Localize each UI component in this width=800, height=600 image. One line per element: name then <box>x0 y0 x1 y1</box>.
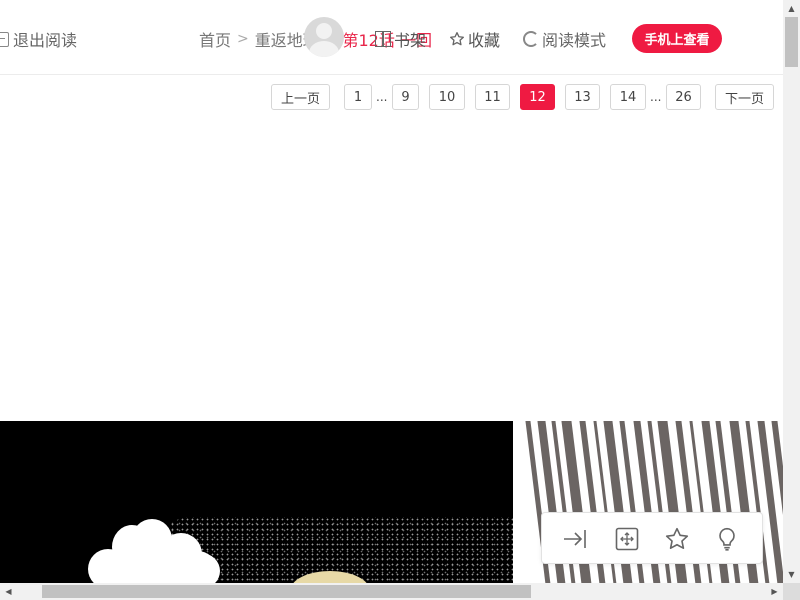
star-icon <box>665 527 689 550</box>
vertical-scroll-thumb[interactable] <box>785 17 798 67</box>
bookshelf-button[interactable]: 书架 <box>375 27 426 51</box>
page-button-1[interactable]: 1 <box>344 84 372 110</box>
page-button-13[interactable]: 13 <box>565 84 600 110</box>
page-button-12-current[interactable]: 12 <box>520 84 555 110</box>
light-toggle-button[interactable] <box>714 526 740 552</box>
collapse-to-end-icon <box>564 530 586 548</box>
scroll-down-arrow-icon[interactable]: ▼ <box>783 566 800 583</box>
scrollbar-corner <box>783 583 800 600</box>
next-page-button[interactable]: 下一页 <box>715 84 774 110</box>
favorite-button[interactable]: 收藏 <box>449 27 500 51</box>
favorite-label: 收藏 <box>468 31 501 50</box>
bookshelf-label: 书架 <box>394 31 427 50</box>
reader-toolbar <box>541 512 763 564</box>
fit-screen-button[interactable] <box>614 526 640 552</box>
pagination: 上一页 1 ... 9 10 11 12 13 14 ... 26 下一页 <box>0 84 783 110</box>
collapse-to-end-button[interactable] <box>562 526 588 552</box>
scroll-right-arrow-icon[interactable]: ▶ <box>766 583 783 600</box>
pagination-ellipsis: ... <box>650 90 662 104</box>
page-button-9[interactable]: 9 <box>392 84 419 110</box>
chevron-right-icon: > <box>237 31 249 47</box>
page-button-11[interactable]: 11 <box>475 84 510 110</box>
pagination-ellipsis: ... <box>376 90 388 104</box>
cloud-art <box>88 519 223 584</box>
page-button-26[interactable]: 26 <box>666 84 701 110</box>
horizontal-scroll-thumb[interactable] <box>42 585 531 598</box>
reading-mode-icon <box>523 31 539 47</box>
view-on-phone-button[interactable]: 手机上查看 <box>632 24 722 53</box>
scroll-up-arrow-icon[interactable]: ▲ <box>783 0 800 17</box>
scroll-left-arrow-icon[interactable]: ◀ <box>0 583 17 600</box>
lightbulb-icon <box>719 527 735 551</box>
fit-screen-icon <box>615 527 639 551</box>
star-outline-icon <box>450 31 464 46</box>
prev-page-button[interactable]: 上一页 <box>271 84 330 110</box>
vertical-scrollbar[interactable]: ▲ ▼ <box>783 0 800 583</box>
reader-header: 退出阅读 首页 > 重返地球 > 第12话 一回 书架 收藏 阅读模式 手机上查… <box>0 0 783 75</box>
page-button-14[interactable]: 14 <box>610 84 646 110</box>
breadcrumb-home[interactable]: 首页 <box>199 27 231 51</box>
avatar[interactable] <box>304 17 344 57</box>
bookshelf-icon <box>375 31 391 47</box>
toolbar-favorite-button[interactable] <box>664 526 690 552</box>
reading-mode-button[interactable]: 阅读模式 <box>523 27 606 51</box>
exit-icon <box>0 31 9 47</box>
reading-mode-label: 阅读模式 <box>542 31 607 50</box>
exit-reading-button[interactable]: 退出阅读 <box>0 27 77 51</box>
horizontal-scrollbar[interactable]: ◀ ▶ <box>0 583 783 600</box>
exit-reading-label: 退出阅读 <box>13 31 78 50</box>
page-button-10[interactable]: 10 <box>429 84 465 110</box>
